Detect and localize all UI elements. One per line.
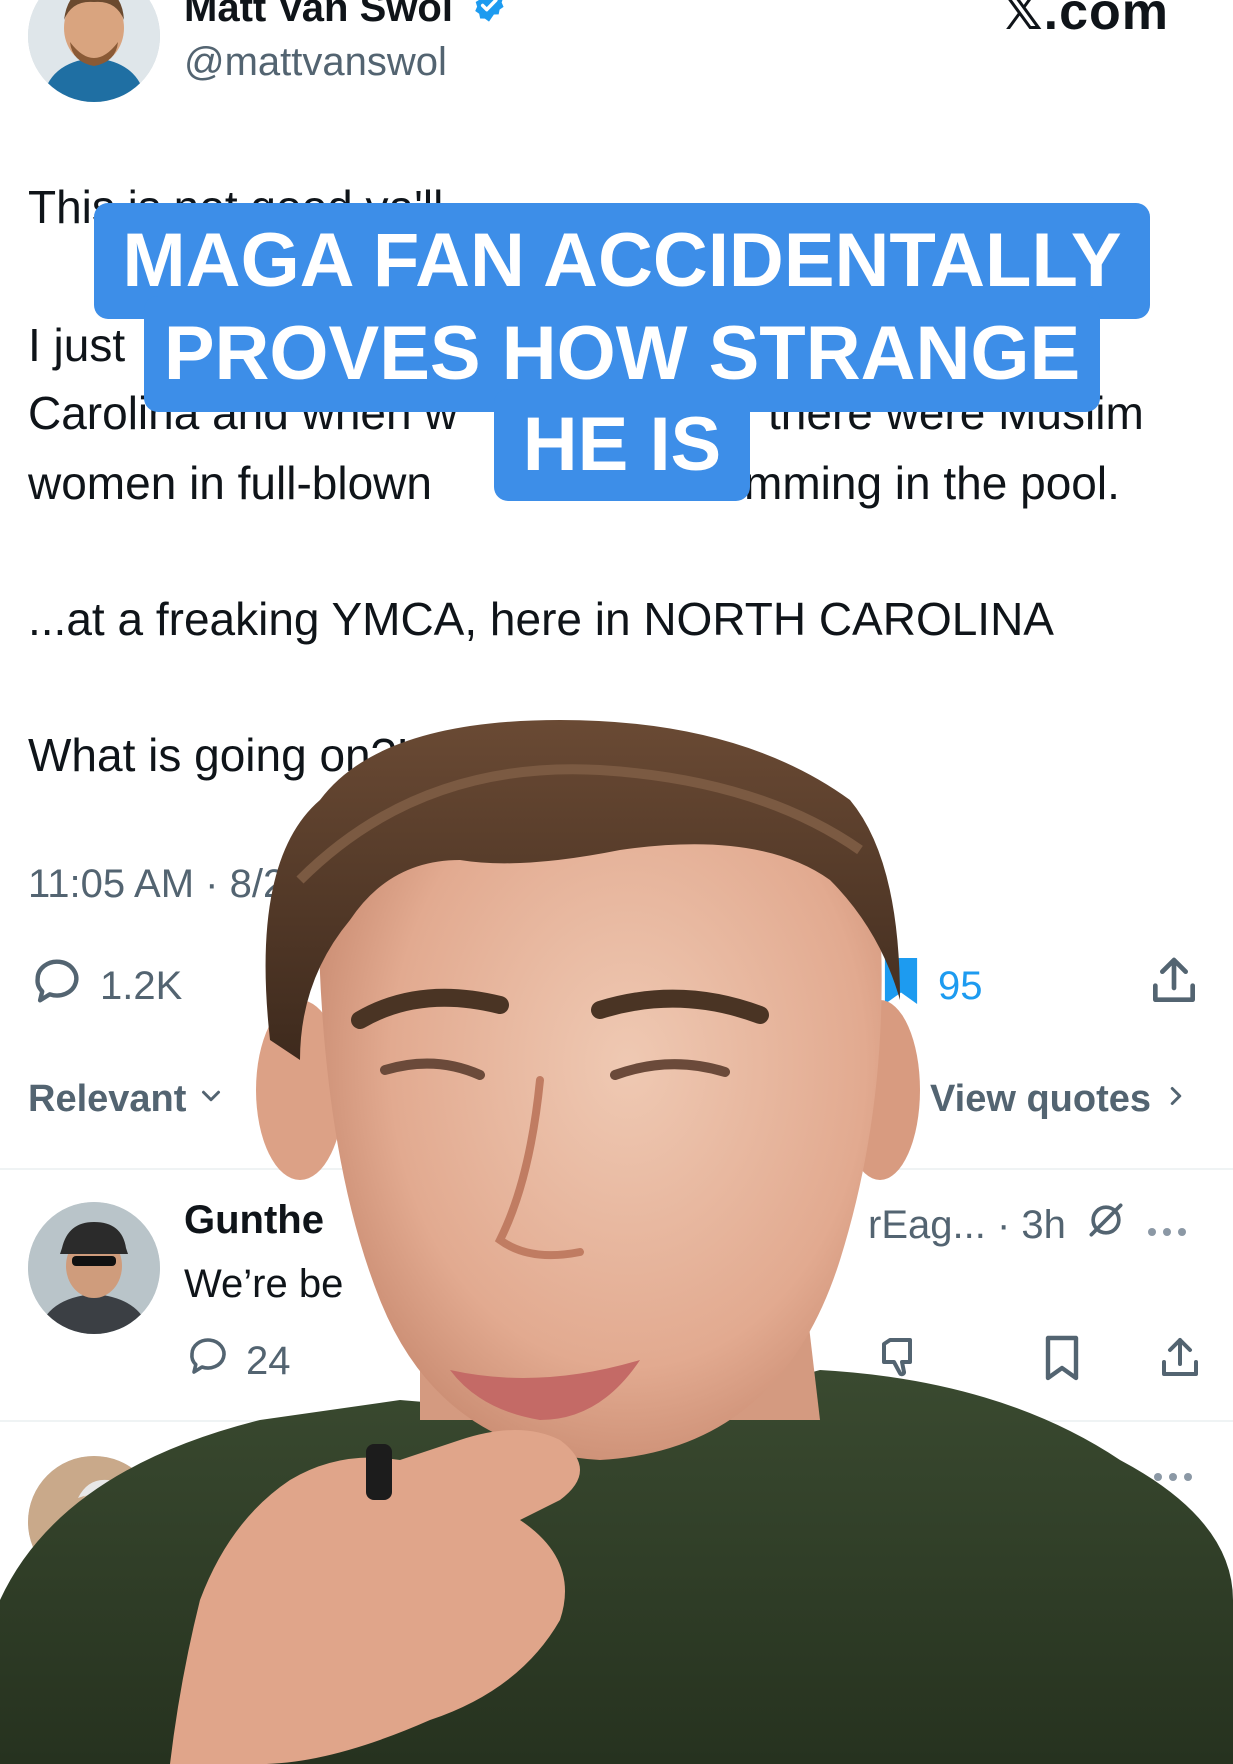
caption-line-3: HE IS [494, 389, 750, 501]
